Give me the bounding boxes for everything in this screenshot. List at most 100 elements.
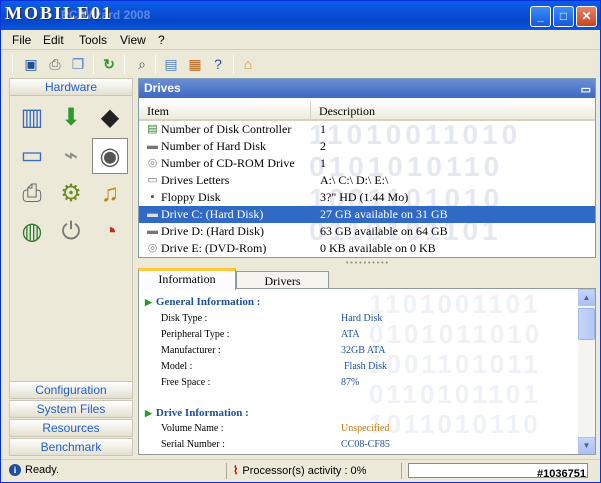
section-general-information: ▶ General Information : — [145, 296, 261, 308]
drives-header: Drives ▭ — [139, 79, 595, 98]
left-panel: Hardware ▥ ⬇ ◆ ▭ ⌁ ◉ ⎙ ⚙ ♫ ◍ ⏻ ◔ Configu… — [9, 78, 133, 456]
section-arrow-icon: ▶ — [145, 408, 152, 418]
table-row[interactable]: ▤ Number of Disk Controller 1 — [139, 121, 595, 138]
status-processor-activity: ⌇ Processor(s) activity : 0% — [233, 465, 367, 477]
maximize-button[interactable]: □ — [553, 6, 574, 27]
close-button[interactable]: ✕ — [576, 6, 597, 27]
minimize-button[interactable]: _ — [530, 6, 551, 27]
row-item: Drive C: (Hard Disk) — [161, 207, 264, 221]
row-description: 0 KB available on 0 KB — [320, 241, 436, 255]
resources-category-button[interactable]: Resources — [9, 419, 133, 437]
scroll-thumb[interactable] — [578, 308, 595, 340]
system-files-category-button[interactable]: System Files — [9, 400, 133, 418]
column-header-item[interactable]: Item — [139, 102, 311, 121]
copy-icon[interactable]: ❐ — [68, 54, 88, 74]
floppy-icon: ▪ — [150, 191, 155, 203]
network-icon[interactable]: ◍ — [14, 214, 50, 250]
sound-icon[interactable]: ♫ — [92, 176, 128, 212]
table-row[interactable]: ◎ Drive E: (DVD-Rom) 0 KB available on 0… — [139, 240, 595, 257]
download-icon[interactable]: ⬇ — [53, 100, 89, 136]
video-icon[interactable]: ▭ — [14, 138, 50, 174]
table-row[interactable]: ▬ Number of Hard Disk 2 — [139, 138, 595, 155]
row-description: 2 — [320, 139, 326, 153]
binary-watermark: 1101001101 0101011010 1001101011 0110101… — [369, 289, 543, 439]
ports-icon[interactable]: ⌁ — [53, 138, 89, 174]
status-separator — [401, 463, 402, 479]
status-ready: i Ready. — [9, 464, 59, 476]
configuration-category-button[interactable]: Configuration — [9, 381, 133, 399]
chip-icon[interactable]: ◆ — [92, 100, 128, 136]
table-row-selected[interactable]: ▬ Drive C: (Hard Disk) 27 GB available o… — [139, 206, 595, 223]
title-bar[interactable]: MOBILE01 PC Wizard 2008 _ □ ✕ — [1, 1, 600, 30]
row-item: Number of CD-ROM Drive — [161, 156, 295, 170]
tab-information[interactable]: Information — [138, 268, 236, 290]
save-icon[interactable]: ▣ — [21, 54, 41, 74]
table-row[interactable]: ◎ Number of CD-ROM Drive 1 — [139, 155, 595, 172]
column-header-description[interactable]: Description — [311, 102, 595, 121]
row-description: 1 — [320, 122, 326, 136]
table-row[interactable]: ▬ Drive D: (Hard Disk) 63 GB available o… — [139, 223, 595, 240]
table-row[interactable]: ▭ Drives Letters A:\ C:\ D:\ E:\ — [139, 172, 595, 189]
row-item: Number of Hard Disk — [161, 139, 266, 153]
cdrom-icon: ◎ — [147, 157, 158, 169]
toolbar-separator — [155, 55, 156, 74]
row-description: 27 GB available on 31 GB — [320, 207, 448, 221]
hdd-icon: ▬ — [147, 225, 158, 237]
status-separator — [226, 463, 227, 479]
menu-tools[interactable]: Tools — [79, 33, 107, 47]
watermark-id: #1036751 — [537, 468, 586, 480]
drive-letters-icon: ▭ — [147, 174, 158, 186]
help-icon[interactable]: ? — [208, 54, 228, 74]
activity-pulse-icon: ⌇ — [233, 465, 239, 477]
toolbar-separator — [12, 55, 13, 74]
section-arrow-icon: ▶ — [145, 297, 152, 307]
information-panel: 1101001101 0101011010 1001101011 0110101… — [138, 288, 596, 455]
panel-splitter[interactable]: • • • • • • • • • • — [138, 260, 596, 267]
row-item: Drive D: (Hard Disk) — [161, 224, 264, 238]
section-drive-information: ▶ Drive Information : — [145, 407, 249, 419]
devices-icon[interactable]: ⚙ — [53, 176, 89, 212]
scroll-up-icon[interactable]: ▲ — [578, 289, 595, 306]
info-scrollbar[interactable]: ▲ ▼ — [578, 289, 595, 454]
drives-title: Drives — [144, 81, 181, 95]
table-row[interactable]: ▪ Floppy Disk 3?" HD (1.44 Mo) — [139, 189, 595, 206]
row-item: Drives Letters — [161, 173, 230, 187]
printer-icon[interactable]: ⎙ — [14, 176, 50, 212]
row-description: 1 — [320, 156, 326, 170]
hardware-icon-grid: ▥ ⬇ ◆ ▭ ⌁ ◉ ⎙ ⚙ ♫ ◍ ⏻ ◔ — [9, 96, 133, 383]
dvd-icon: ◎ — [147, 242, 158, 254]
menu-view[interactable]: View — [120, 33, 146, 47]
find-icon[interactable]: ⌕ — [132, 54, 152, 74]
export-icon[interactable]: ▦ — [185, 54, 205, 74]
menu-edit[interactable]: Edit — [43, 33, 64, 47]
power-icon[interactable]: ⏻ — [53, 214, 89, 250]
menu-file[interactable]: File — [12, 33, 31, 47]
drive-header-icon: ▭ — [580, 84, 591, 96]
hardware-category-button[interactable]: Hardware — [9, 78, 133, 96]
app-window: MOBILE01 PC Wizard 2008 _ □ ✕ File Edit … — [0, 0, 601, 483]
toolbar-separator — [93, 55, 94, 74]
benchmark-category-button[interactable]: Benchmark — [9, 438, 133, 456]
scroll-down-icon[interactable]: ▼ — [578, 437, 595, 454]
status-bar: i Ready. ⌇ Processor(s) activity : 0% — [1, 459, 600, 482]
drives-icon[interactable]: ◉ — [92, 138, 128, 174]
voltage-icon[interactable]: ◔ — [92, 214, 128, 250]
report-icon[interactable]: ▤ — [161, 54, 181, 74]
info-icon: i — [9, 464, 21, 476]
mainboard-icon[interactable]: ▥ — [14, 100, 50, 136]
toolbar: ▣ ⎙ ❐ ↻ ⌕ ▤ ▦ ? ⌂ — [1, 51, 600, 78]
menu-help[interactable]: ? — [158, 33, 165, 47]
print-icon[interactable]: ⎙ — [45, 54, 65, 74]
controller-icon: ▤ — [147, 123, 158, 135]
refresh-icon[interactable]: ↻ — [99, 54, 119, 74]
home-icon[interactable]: ⌂ — [238, 54, 258, 74]
row-description: 63 GB available on 64 GB — [320, 224, 448, 238]
window-title: PC Wizard 2008 — [61, 8, 151, 22]
row-item: Floppy Disk — [161, 190, 221, 204]
row-description: 3?" HD (1.44 Mo) — [320, 190, 409, 204]
toolbar-separator — [124, 55, 125, 74]
hdd-icon: ▬ — [147, 208, 158, 220]
row-item: Drive E: (DVD-Rom) — [161, 241, 267, 255]
drives-panel: Drives ▭ 11010011010 0101010110 10011010… — [138, 78, 596, 258]
menu-bar: File Edit Tools View ? — [1, 30, 600, 50]
